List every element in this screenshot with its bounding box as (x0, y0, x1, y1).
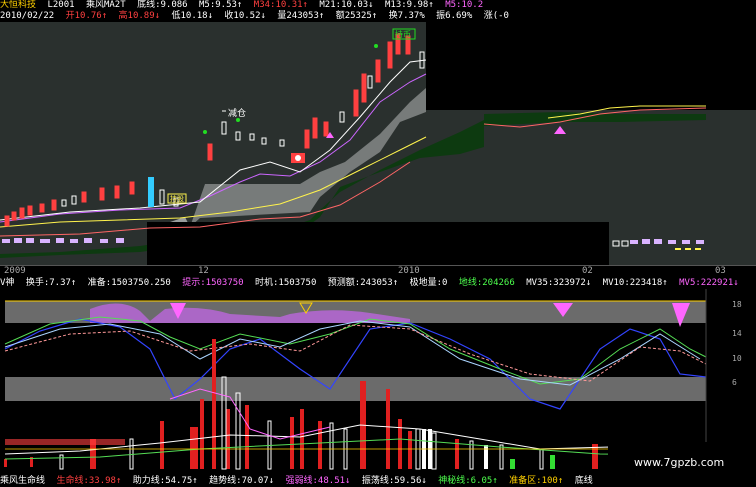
price-chart[interactable]: 减仓 持币 持股 (0, 22, 756, 265)
indicator-value: 助力线:54.75↑ (132, 476, 198, 486)
axis-tick: 10 (732, 354, 742, 363)
time-axis: 2009 12 2010 02 03 (0, 265, 756, 278)
indicator-value: 趋势线:70.07↓ (209, 476, 275, 486)
reduce-label: 减仓 (228, 107, 246, 119)
quote-line-2: 2010/02/22 开10.76↑ 高10.89↓ 低10.18↓ 收10.5… (0, 11, 515, 22)
hold-stock-label: 持股 (170, 194, 184, 203)
axis-tick: 14 (732, 329, 742, 338)
quote-field: 低10.18↓ (171, 11, 213, 21)
quote-field: L2001 (47, 0, 75, 10)
time-tick: 2009 (4, 266, 26, 276)
quote-field: M5:10.2 (445, 0, 484, 10)
watermark-box: www.7gpzb.com (608, 442, 756, 487)
indicator-value: 强弱线:48.51↓ (285, 476, 351, 486)
indicator-value: 换手:7.37↑ (25, 278, 77, 288)
quote-field: M21:10.03↓ (319, 0, 374, 10)
axis-tick: 6 (732, 378, 737, 387)
quote-field: 量243053↑ (277, 11, 325, 21)
indicator-value: MV5:222921↓ (679, 278, 739, 288)
indicator-value: 底线 (574, 476, 593, 486)
indicator-value: 预测额:243053↑ (327, 278, 399, 288)
quote-field: M13:9.98↑ (385, 0, 434, 10)
indicator-value: 地线:204266 (458, 278, 515, 288)
axis-tick: 18 (732, 300, 742, 309)
quote-field: M5:9.53↑ (199, 0, 243, 10)
time-tick: 02 (582, 266, 593, 276)
indicator-name[interactable]: V神 (0, 278, 14, 288)
time-tick: 12 (198, 266, 209, 276)
time-tick: 03 (715, 266, 726, 276)
quote-line-1: 大恒科技 L2001 乘风MA2T 底线:9.086 M5:9.53↑ M34:… (0, 0, 489, 11)
indicator-value: 极地量:0 (409, 278, 448, 288)
indicator-header: V神 换手:7.37↑ 准备:1503750.250 提示:1503750 时机… (0, 278, 745, 289)
indicator-value: 神秘线:6.05↑ (438, 476, 498, 486)
quote-field: 高10.89↓ (118, 11, 161, 21)
indicator-value: 准备区:100↑ (509, 476, 564, 486)
indicator-footer: 乘风生命线 生命线:33.98↑ 助力线:54.75↑ 趋势线:70.07↓ 强… (0, 476, 608, 487)
indicator-value: 提示:1503750 (182, 278, 244, 288)
indicator-value: 准备:1503750.250 (87, 278, 171, 288)
quote-field: 底线:9.086 (137, 0, 188, 10)
hold-cash-label: 持币 (395, 29, 411, 39)
watermark-text: www.7gpzb.com (634, 456, 725, 469)
quote-field: 开10.76↑ (65, 11, 108, 21)
quote-date: 2010/02/22 (0, 11, 55, 21)
indicator-name: 乘风MA2T (85, 0, 126, 10)
quote-field: 涨(-0 (483, 11, 509, 21)
quote-field: 额25325↑ (335, 11, 378, 21)
indicator-value: 生命线:33.98↑ (56, 476, 122, 486)
indicator-value: 时机:1503750 (255, 278, 317, 288)
quote-field: M34:10.31↑ (253, 0, 308, 10)
stock-name[interactable]: 大恒科技 (0, 0, 36, 10)
indicator-name[interactable]: 乘风生命线 (0, 476, 45, 486)
indicator-value: 振荡线:59.56↓ (361, 476, 427, 486)
indicator-value: MV10:223418↑ (602, 278, 668, 288)
indicator-value: MV35:323972↓ (526, 278, 592, 288)
quote-field: 收10.52↓ (224, 11, 266, 21)
time-tick: 2010 (398, 266, 420, 276)
quote-field: 换7.37% (388, 11, 425, 21)
quote-field: 振6.69% (436, 11, 473, 21)
